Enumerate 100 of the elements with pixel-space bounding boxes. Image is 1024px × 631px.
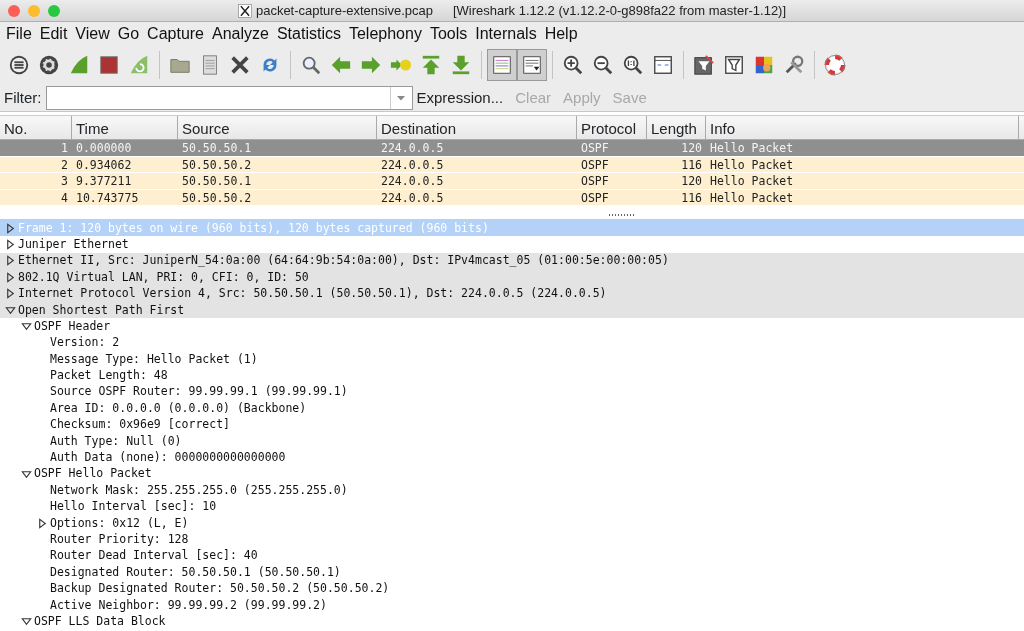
detail-text[interactable]: Open Shortest Path First xyxy=(18,301,185,319)
column-header[interactable]: Time xyxy=(72,116,178,139)
column-header[interactable]: Length xyxy=(647,116,706,139)
detail-text[interactable]: Options: 0x12 (L, E) xyxy=(50,514,189,532)
menu-item[interactable]: File xyxy=(4,22,38,45)
expand-triangle-icon[interactable] xyxy=(4,255,16,267)
packet-cell-text: 224.0.0.5 xyxy=(380,173,445,189)
detail-text[interactable]: Ethernet II, Src: JuniperN_54:0a:00 (64:64:9b:54:0a:00), Dst: IPv4mcast_05 (01:00:5e:00:00:05) xyxy=(18,252,669,270)
shaded-detail-row[interactable]: Ethernet II, Src: JuniperN_54:0a:00 (64:64:9b:54:0a:00), Dst: IPv4mcast_05 (01:00:5e:00:00:05) xyxy=(0,252,1024,270)
packet-cell-text: 50.50.50.2 xyxy=(181,156,253,172)
expand-triangle-icon[interactable] xyxy=(4,239,16,251)
expand-triangle-icon[interactable] xyxy=(4,271,16,283)
packet-cell-text: Hello Packet xyxy=(709,156,795,172)
menu-item[interactable]: Go xyxy=(115,22,146,45)
detail-text[interactable]: Message Type: Hello Packet (1) xyxy=(50,350,258,368)
detail-text[interactable]: OSPF Hello Packet xyxy=(34,465,152,483)
detail-text[interactable]: 802.1Q Virtual LAN, PRI: 0, CFI: 0, ID: 50 xyxy=(18,268,309,286)
menu-item[interactable]: Telephony xyxy=(346,22,428,45)
zoom-out-icon xyxy=(592,54,614,76)
collapse-triangle-icon[interactable] xyxy=(20,468,32,480)
zoom-in-icon xyxy=(562,54,584,76)
column-header[interactable]: Destination xyxy=(377,116,577,139)
detail-text[interactable]: Version: 2 xyxy=(50,334,120,352)
detail-text[interactable]: Packet Length: 48 xyxy=(50,367,168,385)
autoscroll-icon xyxy=(521,54,543,76)
top-arrow-icon xyxy=(420,54,442,76)
packet-cell-text: 120 xyxy=(680,140,703,156)
expand-triangle-icon[interactable] xyxy=(36,517,48,529)
detail-text[interactable]: Auth Type: Null (0) xyxy=(50,432,182,450)
packet-cell-text: 2 xyxy=(60,156,69,172)
palette-icon xyxy=(753,54,775,76)
detail-text[interactable]: Internet Protocol Version 4, Src: 50.50.50.1 (50.50.50.1), Dst: 224.0.0.5 (224.0.0.5) xyxy=(18,285,607,303)
expand-triangle-icon[interactable] xyxy=(4,288,16,300)
detail-text[interactable]: Network Mask: 255.255.255.0 (255.255.255.0) xyxy=(50,481,348,500)
menu-item[interactable]: Statistics xyxy=(274,22,347,45)
list-icon xyxy=(8,54,30,76)
column-header[interactable]: Protocol xyxy=(577,116,647,139)
detail-text[interactable]: Hello Interval [sec]: 10 xyxy=(50,498,217,516)
filter-card-icon xyxy=(693,54,715,76)
right-arrow-icon xyxy=(360,54,382,76)
detail-text[interactable]: Source OSPF Router: 99.99.99.1 (99.99.99.1) xyxy=(50,383,348,401)
stripes-icon xyxy=(491,54,513,76)
filter-icon xyxy=(723,54,745,76)
packet-cell-text: 3 xyxy=(60,173,69,189)
detail-text[interactable]: Router Priority: 128 xyxy=(50,531,189,549)
packet-cell-text: OSPF xyxy=(580,156,610,172)
detail-text[interactable]: Juniper Ethernet xyxy=(18,235,129,254)
detail-text[interactable]: Auth Data (none): 0000000000000000 xyxy=(50,449,286,467)
colorize-button[interactable] xyxy=(487,49,517,81)
restart-fin-icon xyxy=(128,54,150,76)
packet-cell-text: 116 xyxy=(680,156,703,172)
menu-item[interactable]: Edit xyxy=(37,22,74,45)
column-header[interactable]: No. xyxy=(0,116,72,139)
packet-cell-text: 116 xyxy=(680,189,703,205)
packet-cell-text: 120 xyxy=(680,173,703,189)
packet-cell-text: 1 xyxy=(60,140,69,156)
packet-cell-text: 4 xyxy=(60,189,69,205)
packet-cell-text: 224.0.0.5 xyxy=(380,140,445,156)
collapse-triangle-icon[interactable] xyxy=(4,304,16,316)
collapse-triangle-icon[interactable] xyxy=(20,616,32,628)
detail-text[interactable]: Active Neighbor: 99.99.99.2 (99.99.99.2) xyxy=(50,596,327,614)
packet-row[interactable]: 3 9.377211 50.50.50.1 224.0.0.5 OSPF 120 Hello Packet xyxy=(0,173,1024,190)
detail-text[interactable]: Area ID: 0.0.0.0 (0.0.0.0) (Backbone) xyxy=(50,399,307,418)
detail-text[interactable]: Checksum: 0x96e9 [correct] xyxy=(50,416,230,434)
menu-item[interactable]: Tools xyxy=(427,22,474,45)
splitter-grip[interactable] xyxy=(608,213,634,217)
stop-icon xyxy=(98,54,120,76)
tools-icon xyxy=(783,54,805,76)
menu-item[interactable]: Capture xyxy=(145,22,210,45)
gear-icon xyxy=(38,54,60,76)
packet-cell-text: Hello Packet xyxy=(709,140,795,156)
packet-cell-text: 224.0.0.5 xyxy=(380,156,445,172)
window-title: packet-capture-extensive.pcap xyxy=(255,1,433,20)
menu-item[interactable]: Help xyxy=(542,22,584,45)
filter-action-button[interactable]: Expression... xyxy=(412,86,512,110)
expand-triangle-icon[interactable] xyxy=(4,222,16,234)
collapse-triangle-icon[interactable] xyxy=(20,321,32,333)
resize-columns-icon xyxy=(652,54,674,76)
filter-label: Filter: xyxy=(4,87,42,108)
menu-item[interactable]: View xyxy=(73,22,116,45)
detail-text[interactable]: Router Dead Interval [sec]: 40 xyxy=(50,547,258,565)
lifebuoy-icon xyxy=(824,54,846,76)
menu-item[interactable]: Analyze xyxy=(210,22,275,45)
detail-text[interactable]: OSPF Header xyxy=(34,317,111,336)
menu-item[interactable]: Internals xyxy=(473,22,543,45)
left-arrow-icon xyxy=(330,54,352,76)
detail-text[interactable]: Backup Designated Router: 50.50.50.2 (50.50.50.2) xyxy=(50,580,390,598)
detail-text[interactable]: OSPF LLS Data Block xyxy=(34,612,166,631)
column-header[interactable]: Source xyxy=(178,116,377,139)
auto-scroll-button[interactable] xyxy=(517,49,547,81)
filter-field[interactable] xyxy=(45,86,413,110)
packet-cell-text: 50.50.50.1 xyxy=(181,140,253,156)
packet-cell-text: 50.50.50.1 xyxy=(181,173,253,189)
column-header[interactable]: Info xyxy=(706,116,1019,139)
window-subtitle: [Wireshark 1.12.2 (v1.12.2-0-g898fa22 from master-1.12)] xyxy=(452,1,787,20)
packet-cell-text: Hello Packet xyxy=(709,173,795,189)
close-icon xyxy=(229,54,251,76)
shaded-detail-row[interactable]: 802.1Q Virtual LAN, PRI: 0, CFI: 0, ID: 50 xyxy=(0,269,1024,286)
packet-cell-text: OSPF xyxy=(580,173,610,189)
detail-text[interactable]: Designated Router: 50.50.50.1 (50.50.50.1) xyxy=(50,563,341,582)
